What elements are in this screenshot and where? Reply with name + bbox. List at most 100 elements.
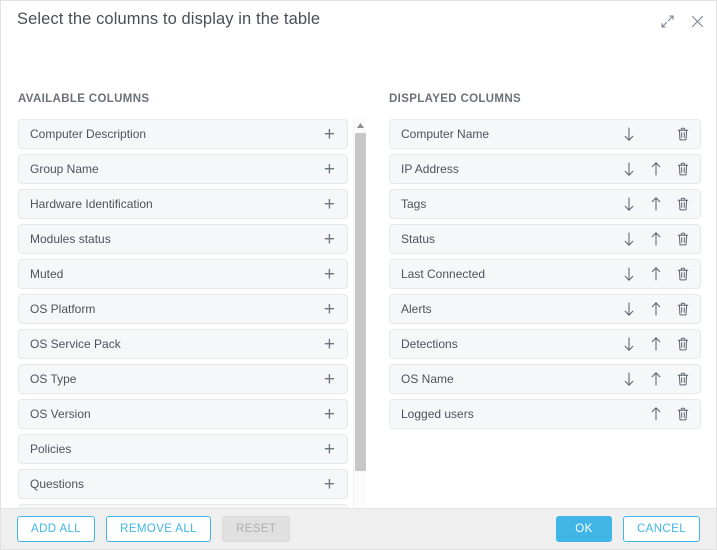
displayed-column-actions [622, 266, 700, 282]
displayed-column-actions [622, 196, 700, 212]
displayed-column-actions [622, 336, 700, 352]
plus-icon[interactable]: + [324, 370, 347, 389]
plus-icon[interactable]: + [324, 335, 347, 354]
arrow-up-icon[interactable] [649, 336, 663, 352]
available-column-row[interactable]: OS Service Pack + [18, 329, 348, 359]
available-column-row[interactable]: Muted + [18, 259, 348, 289]
displayed-column-label: Alerts [401, 302, 432, 316]
trash-icon[interactable] [676, 231, 690, 247]
displayed-column-row[interactable]: Last Connected [389, 259, 701, 289]
page-title: Select the columns to display in the tab… [17, 10, 321, 28]
available-column-row[interactable]: Modules status + [18, 224, 348, 254]
displayed-column-row[interactable]: Alerts [389, 294, 701, 324]
available-column-label: OS Version [30, 407, 91, 421]
trash-icon[interactable] [676, 336, 690, 352]
displayed-column-label: Tags [401, 197, 427, 211]
displayed-column-actions [622, 231, 700, 247]
arrow-up-icon[interactable] [649, 161, 663, 177]
available-column-label: Hardware Identification [30, 197, 153, 211]
scrollbar-thumb[interactable] [355, 133, 366, 471]
available-column-row[interactable]: Questions + [18, 469, 348, 499]
available-column-row[interactable]: OS Version + [18, 399, 348, 429]
plus-icon[interactable]: + [324, 300, 347, 319]
arrow-up-icon[interactable] [649, 371, 663, 387]
available-column-label: Group Name [30, 162, 99, 176]
header-actions [657, 11, 707, 31]
arrow-down-icon[interactable] [622, 371, 636, 387]
trash-icon[interactable] [676, 406, 690, 422]
displayed-column-row[interactable]: Status [389, 224, 701, 254]
displayed-column-row[interactable]: IP Address [389, 154, 701, 184]
displayed-column-label: Last Connected [401, 267, 486, 281]
displayed-column-actions [622, 161, 700, 177]
reset-button: RESET [221, 516, 291, 542]
arrow-down-icon[interactable] [622, 126, 636, 142]
dialog-header: Select the columns to display in the tab… [1, 1, 716, 41]
trash-icon[interactable] [676, 301, 690, 317]
displayed-column-row[interactable]: Tags [389, 189, 701, 219]
arrow-down-icon[interactable] [622, 196, 636, 212]
plus-icon[interactable]: + [324, 160, 347, 179]
arrow-up-icon[interactable] [649, 196, 663, 212]
arrow-up-icon[interactable] [649, 406, 663, 422]
displayed-column-row[interactable]: Detections [389, 329, 701, 359]
trash-icon[interactable] [676, 371, 690, 387]
arrow-up-icon[interactable] [649, 301, 663, 317]
add-all-button[interactable]: ADD ALL [17, 516, 96, 542]
available-columns-scrollbar[interactable] [353, 119, 366, 546]
displayed-column-label: Computer Name [401, 127, 490, 141]
displayed-column-row[interactable]: Logged users [389, 399, 701, 429]
available-column-row[interactable]: OS Platform + [18, 294, 348, 324]
displayed-columns-list: Computer Name IP Address Tags Status Last Co… [389, 119, 701, 429]
displayed-column-actions [622, 126, 700, 142]
arrow-down-icon[interactable] [622, 231, 636, 247]
available-column-label: Computer Description [30, 127, 147, 141]
plus-icon[interactable]: + [324, 195, 347, 214]
displayed-column-label: IP Address [401, 162, 459, 176]
plus-icon[interactable]: + [324, 265, 347, 284]
available-column-label: Muted [30, 267, 64, 281]
displayed-column-actions [622, 301, 700, 317]
arrow-down-icon[interactable] [622, 336, 636, 352]
trash-icon[interactable] [676, 161, 690, 177]
available-column-row[interactable]: Computer Description + [18, 119, 348, 149]
footer-right-actions: OK CANCEL [555, 516, 700, 542]
displayed-column-row[interactable]: OS Name [389, 364, 701, 394]
plus-icon[interactable]: + [324, 475, 347, 494]
trash-icon[interactable] [676, 266, 690, 282]
plus-icon[interactable]: + [324, 230, 347, 249]
trash-icon[interactable] [676, 126, 690, 142]
available-column-label: Modules status [30, 232, 111, 246]
select-columns-dialog: Select the columns to display in the tab… [0, 0, 717, 550]
dialog-body: AVAILABLE COLUMNS DISPLAYED COLUMNS Comp… [1, 41, 716, 546]
arrow-down-icon[interactable] [622, 161, 636, 177]
displayed-column-actions [622, 371, 700, 387]
scroll-up-icon[interactable] [354, 119, 367, 132]
displayed-column-row[interactable]: Computer Name [389, 119, 701, 149]
arrow-down-icon[interactable] [622, 301, 636, 317]
available-column-label: OS Type [30, 372, 77, 386]
available-columns-list: Computer Description + Group Name + Hardware… [18, 119, 348, 546]
available-column-row[interactable]: Hardware Identification + [18, 189, 348, 219]
available-column-row[interactable]: OS Type + [18, 364, 348, 394]
available-column-row[interactable]: Group Name + [18, 154, 348, 184]
plus-icon[interactable]: + [324, 440, 347, 459]
displayed-column-label: Logged users [401, 407, 474, 421]
expand-diagonal-icon[interactable] [657, 11, 677, 31]
plus-icon[interactable]: + [324, 125, 347, 144]
dialog-footer: ADD ALL REMOVE ALL RESET OK CANCEL [1, 508, 716, 549]
available-column-label: Questions [30, 477, 85, 491]
plus-icon[interactable]: + [324, 405, 347, 424]
arrow-up-icon[interactable] [649, 231, 663, 247]
ok-button[interactable]: OK [555, 516, 612, 542]
arrow-down-icon[interactable] [622, 266, 636, 282]
arrow-up-icon[interactable] [649, 266, 663, 282]
cancel-button[interactable]: CANCEL [622, 516, 700, 542]
available-column-row[interactable]: Policies + [18, 434, 348, 464]
displayed-columns-heading: DISPLAYED COLUMNS [389, 93, 522, 105]
available-column-label: Policies [30, 442, 72, 456]
displayed-column-actions [622, 406, 700, 422]
close-icon[interactable] [687, 11, 707, 31]
trash-icon[interactable] [676, 196, 690, 212]
remove-all-button[interactable]: REMOVE ALL [106, 516, 211, 542]
